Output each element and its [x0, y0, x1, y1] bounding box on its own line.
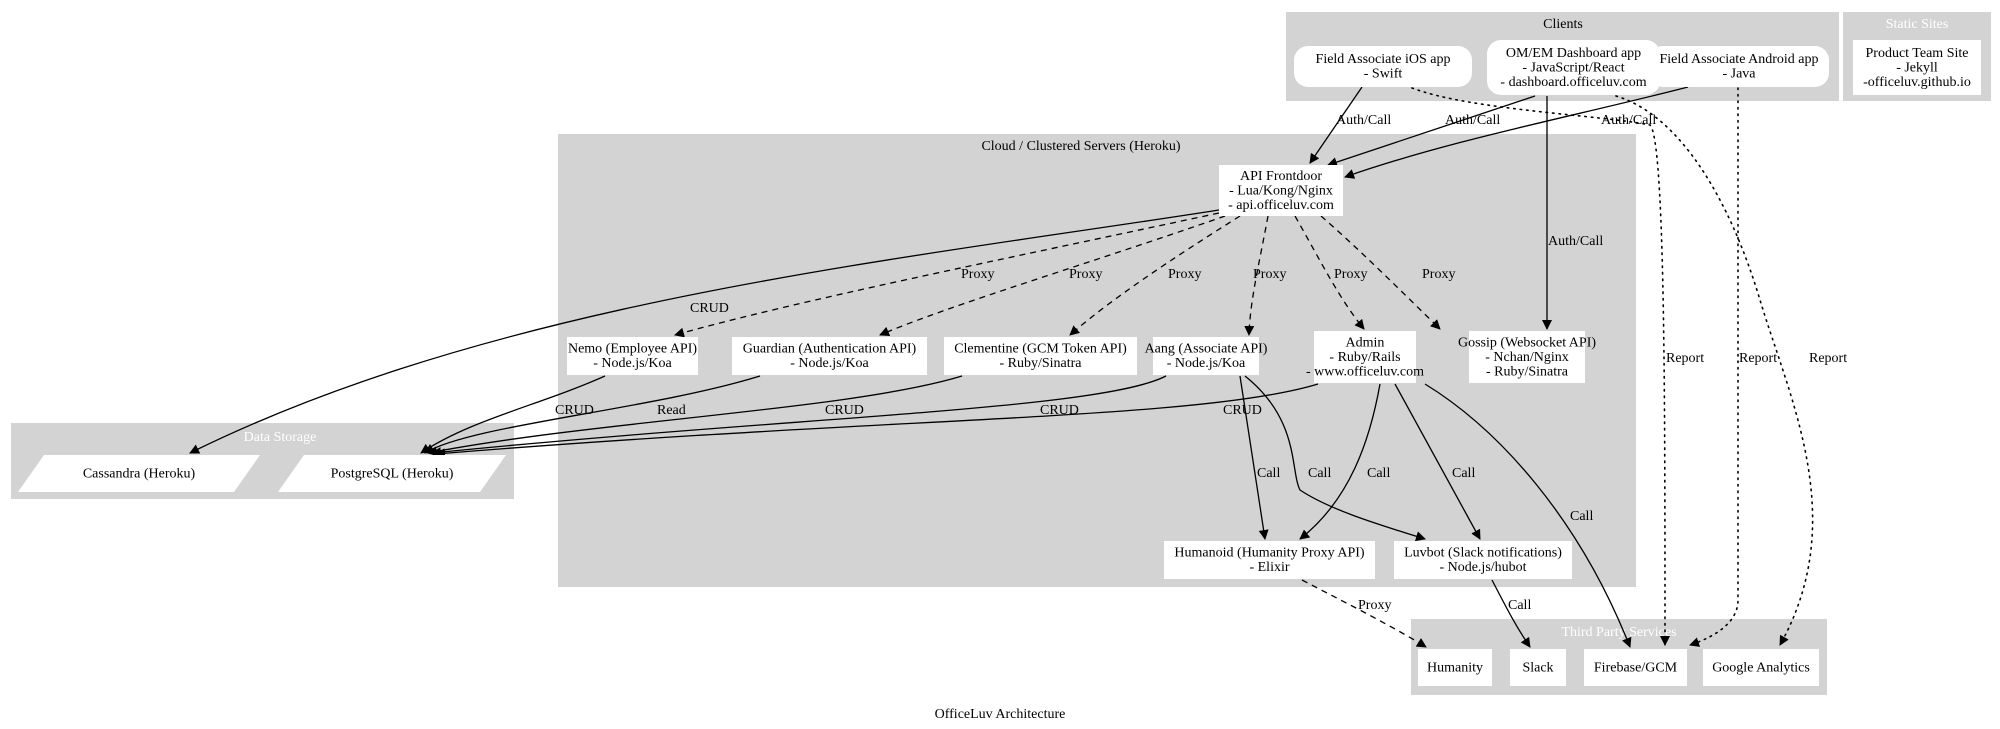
edge-label: Auth/Call	[1601, 113, 1656, 128]
edge-label: CRUD	[825, 403, 864, 418]
node-text-line: Firebase/GCM	[1594, 660, 1678, 675]
node-text-line: - api.officeluv.com	[1228, 198, 1334, 213]
node-text-line: Gossip (Websocket API)	[1458, 335, 1596, 350]
edge-label: Proxy	[1253, 267, 1286, 282]
edge-label: Auth/Call	[1548, 234, 1603, 249]
node-firebase: Firebase/GCM	[1584, 649, 1687, 686]
node-cassandra: Cassandra (Heroku)	[18, 455, 260, 492]
architecture-diagram: Clients Static Sites Cloud / Clustered S…	[11, 12, 1991, 722]
edge-label: Proxy	[1168, 267, 1201, 282]
edge-label: Proxy	[1069, 267, 1102, 282]
node-text-line: Cassandra (Heroku)	[83, 466, 196, 481]
node-text-line: Humanoid (Humanity Proxy API)	[1174, 546, 1364, 561]
node-google-analytics: Google Analytics	[1703, 649, 1819, 686]
node-clementine: Clementine (GCM Token API)- Ruby/Sinatra	[944, 337, 1137, 375]
node-luvbot: Luvbot (Slack notifications)- Node.js/hu…	[1394, 541, 1572, 579]
edge-line	[1689, 87, 1739, 647]
node-text-line: API Frontdoor	[1240, 169, 1322, 184]
node-text-line: - Node.js/hubot	[1439, 560, 1526, 575]
node-text-line: Field Associate Android app	[1659, 52, 1818, 67]
node-text-line: Field Associate iOS app	[1316, 52, 1451, 67]
node-text-line: - JavaScript/React	[1522, 60, 1624, 75]
edge-label: Call	[1257, 466, 1280, 481]
edge-line	[1615, 95, 1814, 646]
cluster-label-third-party: Third Party Services	[1561, 625, 1676, 640]
cluster-label-data-storage: Data Storage	[244, 430, 317, 445]
node-text-line: - Node.js/Koa	[593, 356, 672, 371]
edge-label: Report	[1739, 351, 1777, 366]
edge-label: Call	[1508, 598, 1531, 613]
node-ios: Field Associate iOS app- Swift	[1294, 46, 1472, 87]
node-text-line: - Node.js/Koa	[790, 356, 869, 371]
edge-humanoid-humanity: Proxy	[1301, 579, 1427, 648]
edge-label: CRUD	[690, 301, 729, 316]
node-text-line: - Node.js/Koa	[1167, 356, 1246, 371]
node-text-line: - Ruby/Rails	[1329, 350, 1400, 365]
node-dashboard: OM/EM Dashboard app- JavaScript/React- d…	[1487, 40, 1660, 95]
node-text-line: - Ruby/Sinatra	[1486, 364, 1569, 379]
node-text-line: - Jekyll	[1896, 60, 1938, 75]
edge-label: Call	[1367, 466, 1390, 481]
edge-dashboard-ga: Report	[1615, 95, 1847, 646]
node-android: Field Associate Android app- Java	[1649, 46, 1829, 87]
node-postgres: PostgreSQL (Heroku)	[278, 455, 506, 492]
cluster-label-clients: Clients	[1543, 17, 1583, 32]
edge-label: Call	[1570, 509, 1593, 524]
node-text-line: Aang (Associate API)	[1145, 342, 1268, 357]
node-text-line: - dashboard.officeluv.com	[1500, 75, 1646, 90]
node-text-line: Google Analytics	[1712, 660, 1810, 675]
node-text-line: -officeluv.github.io	[1863, 75, 1971, 90]
edge-label: Proxy	[1334, 267, 1367, 282]
node-gossip: Gossip (Websocket API)- Nchan/Nginx- Rub…	[1458, 331, 1596, 383]
node-humanity: Humanity	[1418, 649, 1492, 686]
node-text-line: - Ruby/Sinatra	[999, 356, 1082, 371]
node-admin: Admin- Ruby/Rails- www.officeluv.com	[1306, 331, 1424, 383]
diagram-caption: OfficeLuv Architecture	[935, 707, 1066, 722]
node-slack: Slack	[1510, 649, 1566, 686]
node-text-line: - www.officeluv.com	[1306, 364, 1424, 379]
node-text-line: - Lua/Kong/Nginx	[1229, 183, 1333, 198]
node-text-line: Nemo (Employee API)	[568, 342, 697, 357]
edge-label: Report	[1666, 351, 1704, 366]
edge-label: Proxy	[1358, 598, 1391, 613]
node-product-site: Product Team Site- Jekyll-officeluv.gith…	[1853, 40, 1981, 95]
edge-label: Proxy	[961, 267, 994, 282]
node-text-line: - Nchan/Nginx	[1485, 350, 1569, 365]
edge-label: Report	[1809, 351, 1847, 366]
node-text-line: - Elixir	[1249, 560, 1289, 575]
node-text-line: Slack	[1522, 660, 1553, 675]
node-aang: Aang (Associate API)- Node.js/Koa	[1145, 337, 1268, 375]
node-text-line: - Java	[1722, 67, 1756, 82]
node-text-line: Humanity	[1427, 660, 1483, 675]
node-text-line: Guardian (Authentication API)	[743, 342, 917, 357]
node-text-line: Luvbot (Slack notifications)	[1404, 546, 1562, 561]
node-guardian: Guardian (Authentication API)- Node.js/K…	[732, 337, 927, 375]
edge-label: Read	[657, 403, 686, 418]
edge-label: Call	[1308, 466, 1331, 481]
edge-label: Auth/Call	[1445, 113, 1500, 128]
node-nemo: Nemo (Employee API)- Node.js/Koa	[567, 337, 698, 375]
node-frontdoor: API Frontdoor- Lua/Kong/Nginx- api.offic…	[1219, 165, 1343, 216]
edge-label: CRUD	[1223, 403, 1262, 418]
node-text-line: PostgreSQL (Heroku)	[331, 466, 454, 481]
node-text-line: Product Team Site	[1866, 46, 1969, 61]
node-text-line: Admin	[1346, 335, 1385, 350]
node-text-line: - Swift	[1364, 67, 1403, 82]
node-text-line: Clementine (GCM Token API)	[954, 342, 1127, 357]
edge-label: Auth/Call	[1336, 113, 1391, 128]
edge-label: Call	[1452, 466, 1475, 481]
cluster-label-static-sites: Static Sites	[1886, 17, 1949, 32]
edge-label: Proxy	[1422, 267, 1455, 282]
node-text-line: OM/EM Dashboard app	[1506, 46, 1641, 61]
cluster-label-cloud: Cloud / Clustered Servers (Heroku)	[981, 139, 1180, 154]
edge-line	[1301, 579, 1427, 648]
node-humanoid: Humanoid (Humanity Proxy API)- Elixir	[1164, 541, 1375, 579]
